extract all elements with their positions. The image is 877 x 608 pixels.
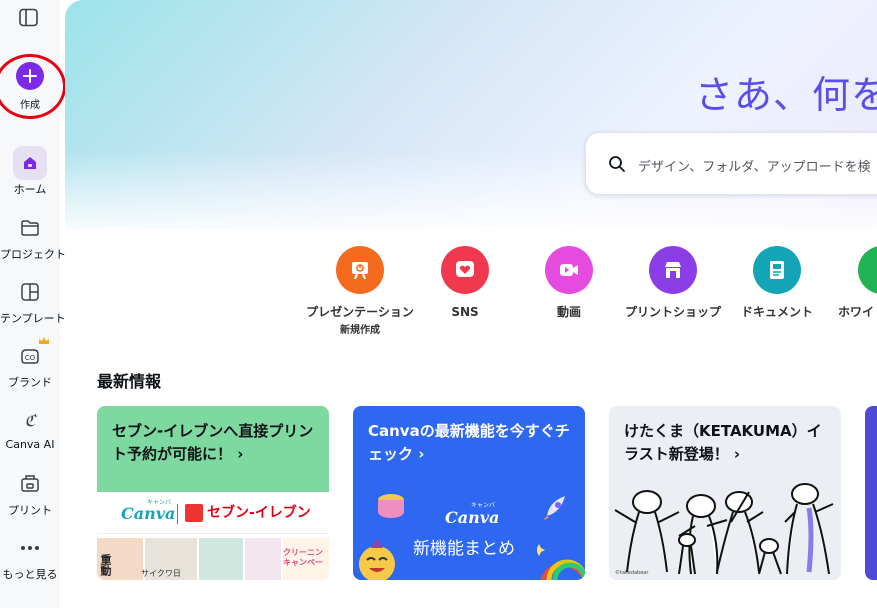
partner-name: セブン-イレブン <box>207 505 311 521</box>
sample-thumbnail <box>245 538 281 580</box>
sidebar-item-label: テンプレート <box>0 312 66 325</box>
category-label: プリントショップ <box>624 305 721 319</box>
news-card-ketakuma[interactable]: けたくま（KETAKUMA）イラスト新登場！ › ©takedabear <box>609 406 841 580</box>
category-presentation[interactable]: プレゼンテーション 新規作成 <box>305 246 415 336</box>
sidebar: 作成 ホーム プロジェクト テンプレート CO ブランド ℭ Canva AI <box>0 0 66 608</box>
category-label: 動画 <box>556 305 581 319</box>
sidebar-item-label: ホーム <box>13 183 47 196</box>
sidebar-item-projects[interactable]: プロジェクト <box>0 211 66 262</box>
card-title: セブン-イレブンへ直接プリント予約が可能に！ › <box>112 422 314 463</box>
category-document[interactable]: ドキュメント <box>722 246 832 321</box>
news-section-title: 最新情報 <box>97 372 162 391</box>
sidebar-item-label: Canva AI <box>5 438 55 451</box>
sidebar-item-templates[interactable]: テンプレート <box>0 275 66 326</box>
sidebar-item-label: プリント <box>8 504 52 517</box>
plus-icon[interactable] <box>16 62 44 90</box>
sidebar-item-home[interactable]: ホーム <box>0 146 60 197</box>
card-subtitle: 新機能まとめ <box>413 539 515 559</box>
heart-icon <box>441 246 489 294</box>
card-title: Canvaの最新機能を今すぐチェック › <box>368 422 570 463</box>
canva-logo: Canva <box>121 504 176 523</box>
folder-icon <box>13 211 47 245</box>
whiteboard-icon <box>858 246 877 294</box>
document-icon <box>753 246 801 294</box>
main-content: さあ、何を デザイン、フォルダ、アップロードを検 プレゼンテーション 新規作成 … <box>65 0 877 608</box>
canva-ai-icon: ℭ <box>24 410 36 430</box>
card-artwork: キャンバ Canva セブン-イレブン 重動 サイクワ日 クリーニン キャンペー <box>97 492 329 580</box>
ketakuma-bears-illustration <box>614 483 834 575</box>
canva-logo: Canva <box>445 508 500 527</box>
news-card-partial[interactable] <box>865 406 877 580</box>
sample-thumbnail <box>199 538 243 580</box>
category-label: ホワイ <box>838 305 875 319</box>
video-icon <box>545 246 593 294</box>
search-placeholder: デザイン、フォルダ、アップロードを検 <box>638 160 871 175</box>
rocket-icon <box>543 496 565 520</box>
news-card-seven-eleven[interactable]: セブン-イレブンへ直接プリント予約が可能に！ › キャンバ Canva セブン-… <box>97 406 329 580</box>
sidebar-toggle-icon[interactable] <box>18 8 40 28</box>
search-icon <box>609 156 625 172</box>
category-print-shop[interactable]: プリントショップ <box>618 246 728 321</box>
category-sns[interactable]: SNS <box>410 246 520 321</box>
category-label: ドキュメント <box>740 305 813 319</box>
sidebar-item-label: プロジェクト <box>0 248 66 261</box>
drum-icon <box>378 494 404 518</box>
crown-icon <box>38 336 50 349</box>
sidebar-item-label: もっと見る <box>2 568 58 581</box>
sidebar-item-brand[interactable]: CO ブランド <box>0 336 60 390</box>
more-icon <box>13 531 47 565</box>
category-label: SNS <box>451 305 479 319</box>
create-button[interactable]: 作成 <box>0 54 66 119</box>
category-whiteboard[interactable]: ホワイ <box>826 246 877 321</box>
sidebar-item-canva-ai[interactable]: ℭ Canva AI <box>0 403 60 452</box>
news-card-new-features[interactable]: Canvaの最新機能を今すぐチェック › キャンバ Canva 新機能まとめ <box>353 406 585 580</box>
print-icon <box>13 467 47 501</box>
illustration-credit: ©takedabear <box>615 570 649 576</box>
hero-title: さあ、何を <box>695 73 877 117</box>
party-face-icon <box>359 538 395 580</box>
category-sublabel: 新規作成 <box>340 325 380 336</box>
template-icon <box>13 275 47 309</box>
search-input[interactable]: デザイン、フォルダ、アップロードを検 <box>585 132 877 195</box>
seven-eleven-logo <box>185 504 203 522</box>
sidebar-item-more[interactable]: もっと見る <box>0 531 60 582</box>
svg-text:CO: CO <box>25 354 36 362</box>
shop-icon <box>649 246 697 294</box>
card-title: けたくま（KETAKUMA）イラスト新登場！ › <box>624 422 822 463</box>
category-video[interactable]: 動画 <box>514 246 624 321</box>
category-label: プレゼンテーション <box>306 305 414 319</box>
sidebar-item-print[interactable]: プリント <box>0 467 60 518</box>
home-icon <box>13 146 47 180</box>
presentation-icon <box>336 246 384 294</box>
sidebar-item-label: ブランド <box>8 376 52 389</box>
rainbow-icon <box>537 544 585 580</box>
